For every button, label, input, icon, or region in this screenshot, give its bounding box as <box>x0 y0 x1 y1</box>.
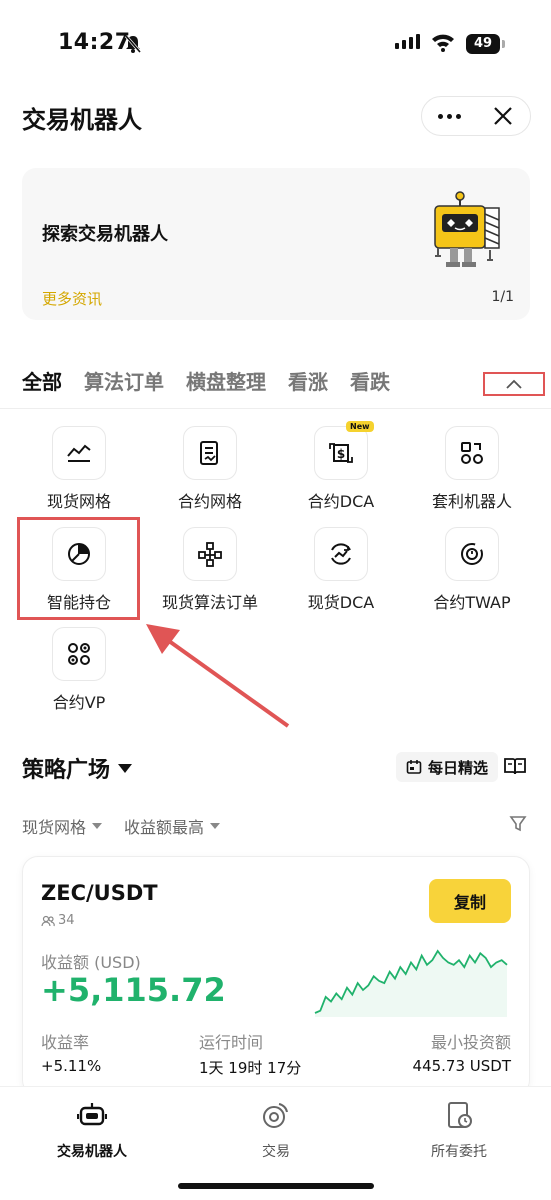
nav-all-orders[interactable]: 所有委托 <box>389 1099 529 1161</box>
promo-banner[interactable]: 探索交易机器人 更多资讯 1/1 <box>22 168 530 320</box>
nav-trading-bots[interactable]: 交易机器人 <box>22 1099 162 1161</box>
contract-doc-icon <box>183 426 237 480</box>
more-button[interactable] <box>422 97 476 135</box>
bot-label: 现货网格 <box>46 492 111 511</box>
bot-spot-algo-orders[interactable]: 现货算法订单 <box>145 527 275 617</box>
flow-nodes-icon <box>183 527 237 581</box>
collapse-button[interactable] <box>483 372 545 396</box>
home-indicator <box>178 1183 374 1189</box>
nav-label: 所有委托 <box>431 1144 487 1160</box>
bot-spot-grid[interactable]: 现货网格 <box>14 426 144 516</box>
annotation-arrow <box>140 620 300 739</box>
daily-pick-label: 每日精选 <box>428 758 489 777</box>
daily-pick-button[interactable]: 每日精选 <box>396 752 499 782</box>
bot-label: 合约VP <box>52 693 106 712</box>
caret-down-icon <box>210 823 221 829</box>
category-tabs: 全部 算法订单 横盘整理 看涨 看跌 <box>22 366 390 395</box>
filter-sort-dropdown[interactable]: 收益额最高 <box>124 814 221 838</box>
filter-type-dropdown[interactable]: 现货网格 <box>22 814 103 838</box>
page-title: 交易机器人 <box>22 106 142 134</box>
profit-value: +5,115.72 <box>41 971 226 1009</box>
copy-button[interactable]: 复制 <box>429 879 511 923</box>
orders-clock-icon <box>389 1099 529 1131</box>
banner-title: 探索交易机器人 <box>42 224 168 245</box>
caret-down-icon <box>118 763 133 773</box>
chevron-up-icon <box>506 379 522 389</box>
close-button[interactable] <box>476 97 530 135</box>
header-actions <box>421 96 531 136</box>
cellular-signal-icon <box>395 34 420 49</box>
timer-ring-icon <box>445 527 499 581</box>
tab-algo-orders[interactable]: 算法订单 <box>84 366 164 395</box>
tab-bullish[interactable]: 看涨 <box>288 366 328 395</box>
tab-bearish[interactable]: 看跌 <box>350 366 390 395</box>
banner-more-link[interactable]: 更多资讯 <box>42 288 102 309</box>
plaza-title[interactable]: 策略广场 <box>22 752 133 784</box>
divider <box>0 408 551 409</box>
user-count: 34 <box>41 913 75 928</box>
svg-text:$: $ <box>337 447 345 461</box>
banner-page-indicator: 1/1 <box>491 289 514 305</box>
tab-all[interactable]: 全部 <box>22 366 62 395</box>
bot-label: 合约DCA <box>307 492 375 511</box>
bot-label: 合约TWAP <box>433 593 511 612</box>
stat-label-min-invest: 最小投资额 <box>430 1033 511 1052</box>
filter-funnel-icon[interactable] <box>509 815 527 837</box>
bot-spot-dca[interactable]: 现货DCA <box>276 527 406 617</box>
bot-label: 套利机器人 <box>431 492 512 511</box>
sparkline-area <box>315 951 507 1017</box>
robot-icon <box>22 1099 162 1131</box>
bot-arbitrage[interactable]: 套利机器人 <box>407 426 537 516</box>
bot-label: 现货算法订单 <box>161 593 258 612</box>
bot-label: 合约网格 <box>177 492 242 511</box>
profit-label: 收益额 (USD) <box>41 953 141 972</box>
calendar-icon <box>406 760 422 774</box>
filter-sort-label: 收益额最高 <box>124 818 205 837</box>
filter-bar: 现货网格 收益额最高 <box>22 814 221 838</box>
stat-value-runtime: 1天 19时 17分 <box>199 1059 302 1077</box>
status-time: 14:27 <box>58 30 131 55</box>
trend-refresh-icon <box>314 527 368 581</box>
highlight-annotation <box>17 517 140 620</box>
profit-sparkline <box>314 949 508 1017</box>
new-badge: New <box>346 421 374 432</box>
user-count-value: 34 <box>58 913 75 928</box>
more-horizontal-icon <box>437 113 461 119</box>
stat-label-runtime: 运行时间 <box>199 1033 264 1052</box>
dollar-refresh-icon: $ <box>314 426 368 480</box>
nav-trade[interactable]: 交易 <box>206 1099 346 1161</box>
battery-icon: 49 <box>466 34 500 54</box>
nav-label: 交易 <box>262 1144 290 1160</box>
robot-illustration <box>430 190 520 274</box>
close-icon <box>494 107 512 125</box>
filter-type-label: 现货网格 <box>22 818 87 837</box>
status-bar: 14:27 49 <box>0 0 551 88</box>
strategy-card[interactable]: ZEC/USDT 34 复制 收益额 (USD) +5,115.72 收益率 +… <box>22 856 530 1096</box>
plaza-title-text: 策略广场 <box>22 758 111 783</box>
bot-label: 现货DCA <box>307 593 375 612</box>
users-icon <box>41 915 55 926</box>
tab-sideways[interactable]: 横盘整理 <box>186 366 266 395</box>
nav-label: 交易机器人 <box>57 1144 127 1160</box>
bot-contract-vp[interactable]: 合约VP <box>14 627 144 717</box>
wifi-icon <box>431 32 455 56</box>
book-icon[interactable] <box>504 756 526 780</box>
dots-cluster-icon <box>52 627 106 681</box>
caret-down-icon <box>92 823 103 829</box>
battery-cap <box>502 40 505 48</box>
bot-contract-twap[interactable]: 合约TWAP <box>407 527 537 617</box>
arbitrage-icon <box>445 426 499 480</box>
trade-swap-icon <box>206 1099 346 1131</box>
stat-label-yield: 收益率 <box>41 1033 90 1052</box>
bell-off-icon <box>124 34 142 58</box>
stat-value-min-invest: 445.73 USDT <box>412 1057 511 1075</box>
trading-pair: ZEC/USDT <box>41 881 158 905</box>
grid-chart-icon <box>52 426 106 480</box>
bot-contract-dca[interactable]: $ New 合约DCA <box>276 421 406 516</box>
stat-value-yield: +5.11% <box>41 1057 102 1075</box>
bot-contract-grid[interactable]: 合约网格 <box>145 426 275 516</box>
